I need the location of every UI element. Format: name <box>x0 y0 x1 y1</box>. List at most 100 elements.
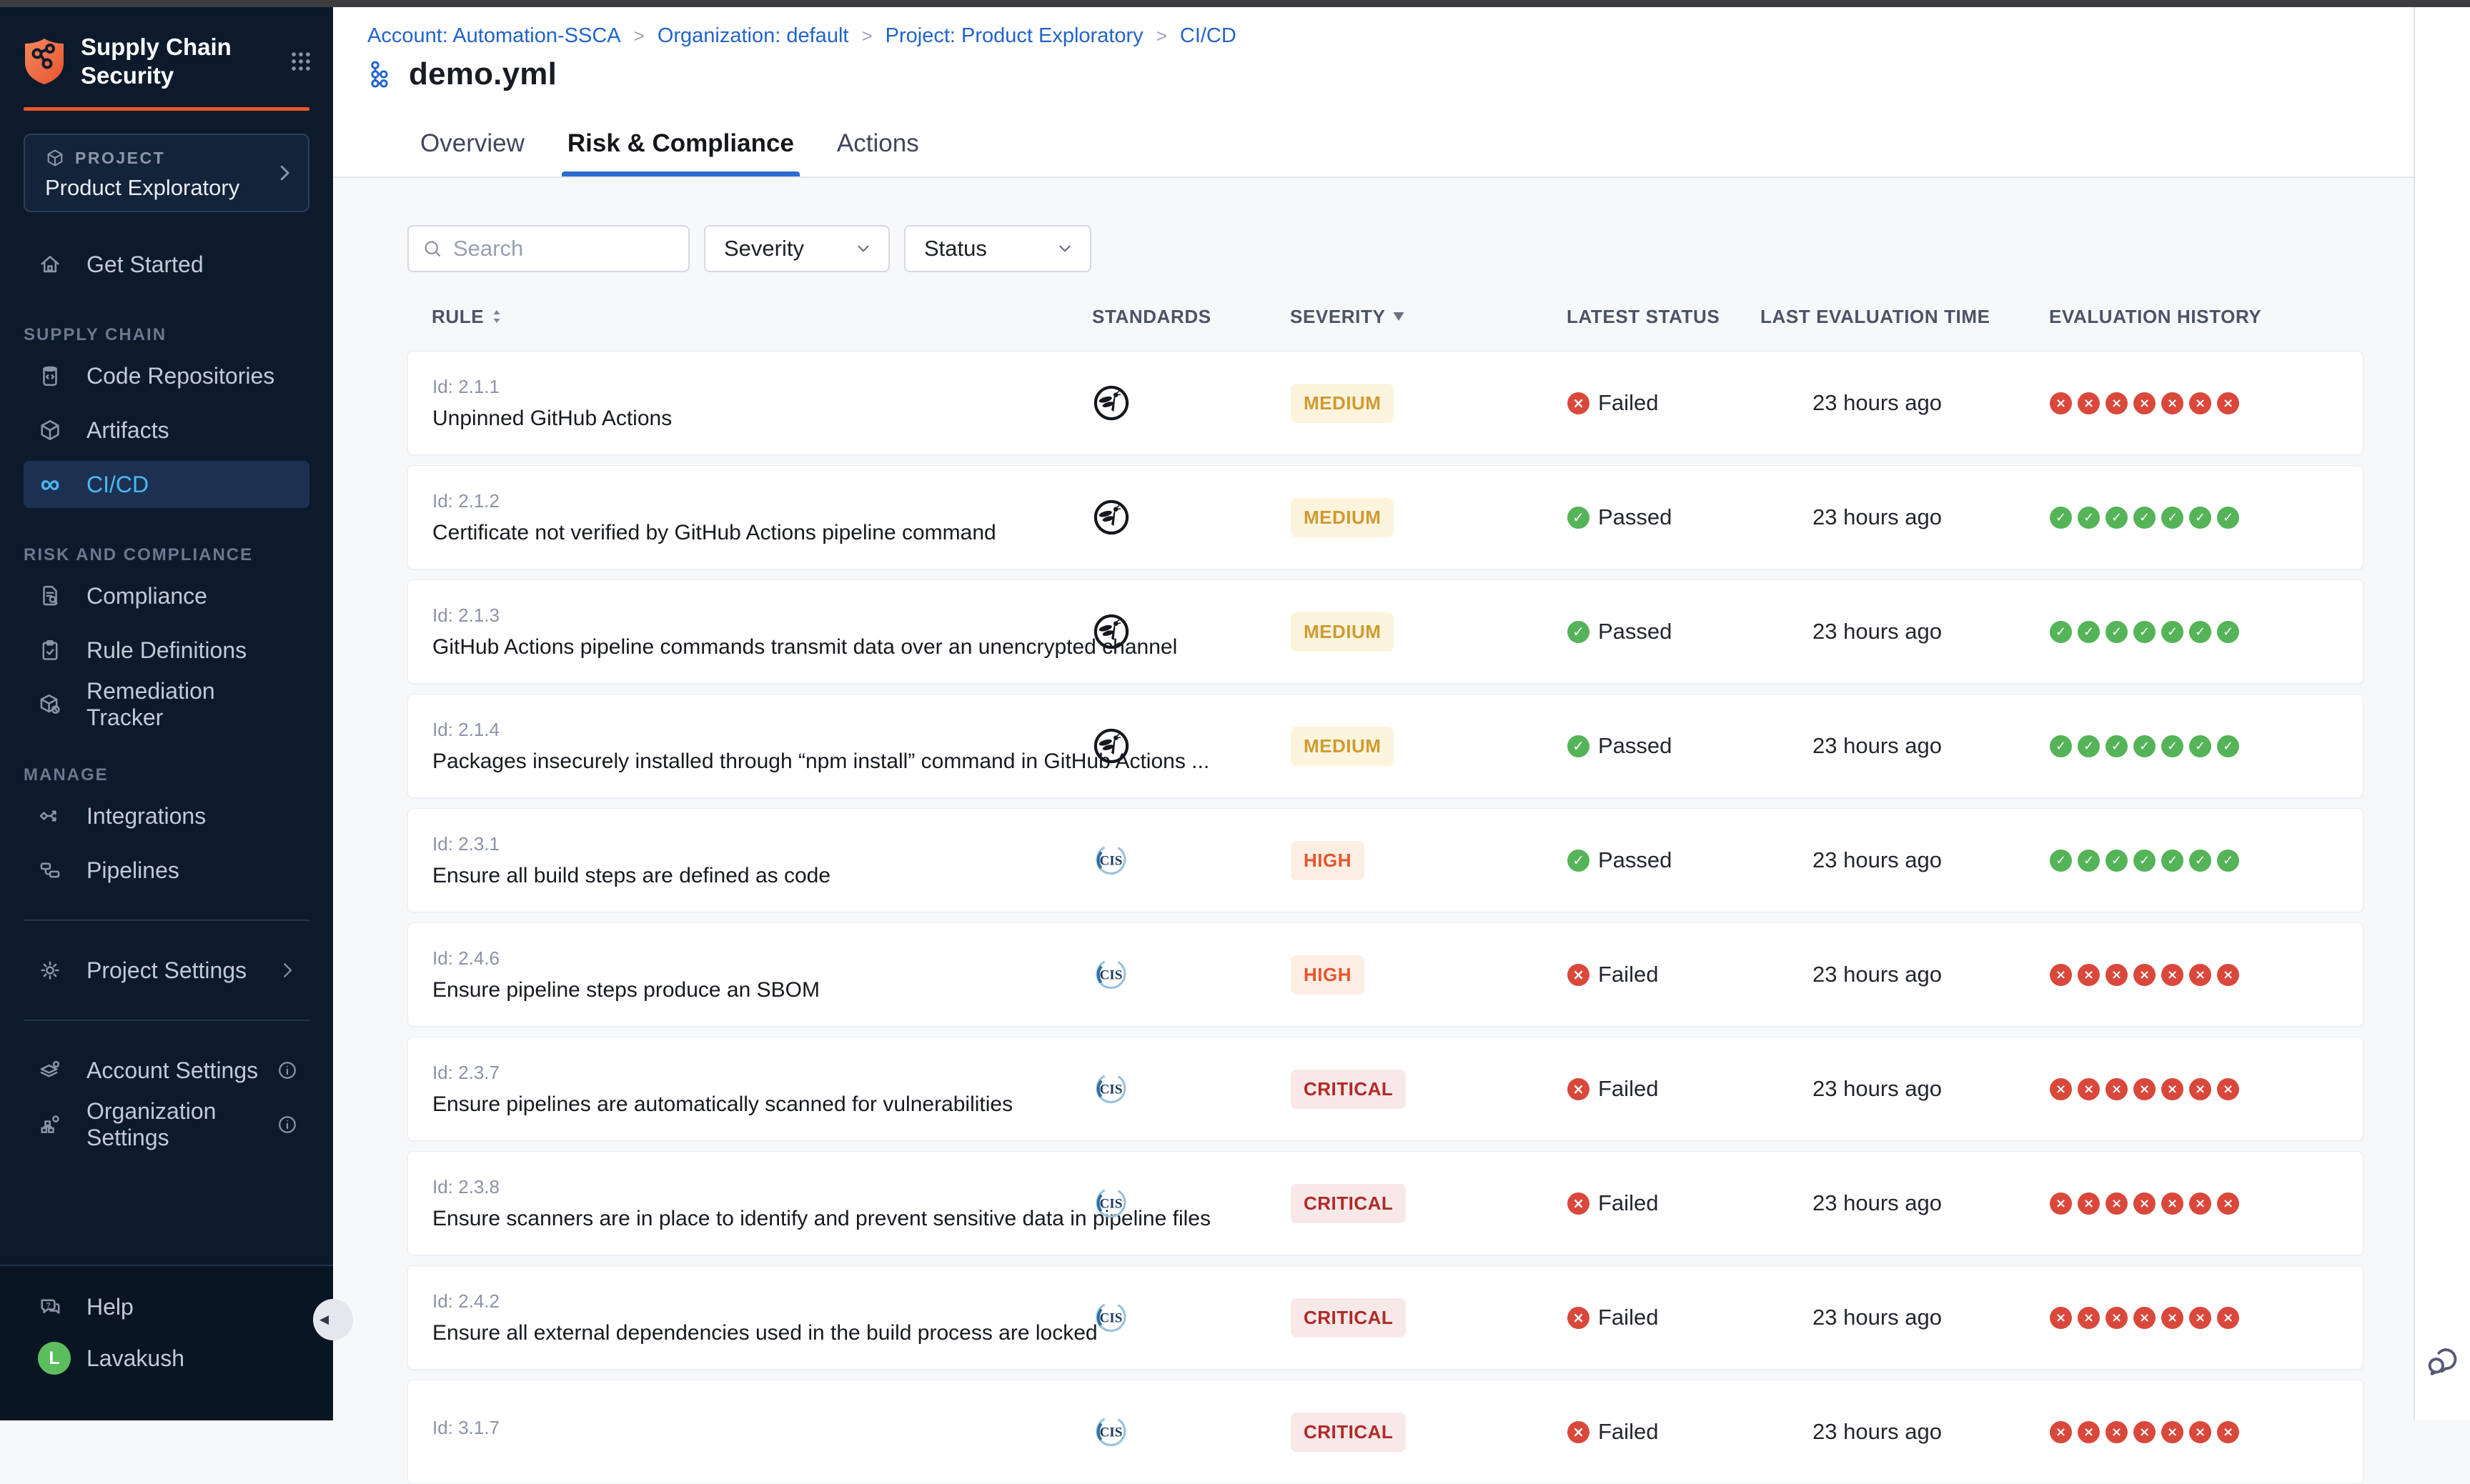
history-passed-icon[interactable]: ✓ <box>2106 621 2128 643</box>
history-passed-icon[interactable]: ✓ <box>2050 850 2072 872</box>
history-failed-icon[interactable]: × <box>2050 964 2072 986</box>
sort-icon[interactable] <box>491 308 502 325</box>
history-failed-icon[interactable]: × <box>2133 1421 2156 1443</box>
search-input[interactable] <box>453 236 675 262</box>
table-row[interactable]: Id: 2.3.8Ensure scanners are in place to… <box>407 1151 2364 1255</box>
column-header-severity[interactable]: SEVERITY <box>1290 306 1567 328</box>
history-passed-icon[interactable]: ✓ <box>2189 507 2211 529</box>
history-passed-icon[interactable]: ✓ <box>2161 850 2183 872</box>
info-icon[interactable] <box>277 1060 298 1081</box>
history-failed-icon[interactable]: × <box>2133 1307 2156 1329</box>
history-passed-icon[interactable]: ✓ <box>2189 621 2211 643</box>
history-passed-icon[interactable]: ✓ <box>2078 621 2100 643</box>
breadcrumb-link[interactable]: CI/CD <box>1180 24 1236 48</box>
history-failed-icon[interactable]: × <box>2050 1192 2072 1215</box>
history-failed-icon[interactable]: × <box>2161 1421 2183 1443</box>
history-failed-icon[interactable]: × <box>2189 1078 2211 1100</box>
module-grid-icon[interactable] <box>289 49 313 74</box>
history-failed-icon[interactable]: × <box>2217 1307 2239 1329</box>
history-passed-icon[interactable]: ✓ <box>2161 735 2183 757</box>
history-failed-icon[interactable]: × <box>2050 1421 2072 1443</box>
sidebar-item-account-settings[interactable]: Account Settings <box>24 1047 309 1094</box>
sidebar-item-get-started[interactable]: Get Started <box>24 241 309 288</box>
sidebar-item-remediation-tracker[interactable]: Remediation Tracker <box>24 681 309 728</box>
history-failed-icon[interactable]: × <box>2106 964 2128 986</box>
history-passed-icon[interactable]: ✓ <box>2189 735 2211 757</box>
column-header-rule[interactable]: RULE <box>432 306 1092 328</box>
history-failed-icon[interactable]: × <box>2217 964 2239 986</box>
history-failed-icon[interactable]: × <box>2217 1192 2239 1215</box>
sidebar-item-organization-settings[interactable]: Organization Settings <box>24 1101 309 1148</box>
status-filter-dropdown[interactable]: Status <box>904 225 1091 272</box>
history-failed-icon[interactable]: × <box>2161 1192 2183 1215</box>
sidebar-item-compliance[interactable]: Compliance <box>24 572 309 619</box>
history-failed-icon[interactable]: × <box>2161 1307 2183 1329</box>
history-failed-icon[interactable]: × <box>2133 964 2156 986</box>
history-failed-icon[interactable]: × <box>2217 1421 2239 1443</box>
history-failed-icon[interactable]: × <box>2161 392 2183 414</box>
history-failed-icon[interactable]: × <box>2217 392 2239 414</box>
sidebar-item-ci-cd[interactable]: ∞CI/CD <box>24 461 309 508</box>
history-failed-icon[interactable]: × <box>2050 1078 2072 1100</box>
history-passed-icon[interactable]: ✓ <box>2217 621 2239 643</box>
history-passed-icon[interactable]: ✓ <box>2078 850 2100 872</box>
history-passed-icon[interactable]: ✓ <box>2106 507 2128 529</box>
history-failed-icon[interactable]: × <box>2161 1078 2183 1100</box>
breadcrumb-link[interactable]: Account: Automation-SSCA <box>367 24 621 48</box>
history-passed-icon[interactable]: ✓ <box>2078 735 2100 757</box>
user-menu[interactable]: LLavakush <box>24 1335 309 1382</box>
history-failed-icon[interactable]: × <box>2050 392 2072 414</box>
history-failed-icon[interactable]: × <box>2189 964 2211 986</box>
history-passed-icon[interactable]: ✓ <box>2217 850 2239 872</box>
history-failed-icon[interactable]: × <box>2078 1421 2100 1443</box>
sidebar-collapse-handle[interactable]: ◀ <box>313 1299 353 1340</box>
history-passed-icon[interactable]: ✓ <box>2133 507 2156 529</box>
history-failed-icon[interactable]: × <box>2189 392 2211 414</box>
sidebar-item-artifacts[interactable]: Artifacts <box>24 407 309 454</box>
history-failed-icon[interactable]: × <box>2106 1421 2128 1443</box>
history-failed-icon[interactable]: × <box>2133 392 2156 414</box>
history-failed-icon[interactable]: × <box>2133 1192 2156 1215</box>
history-passed-icon[interactable]: ✓ <box>2050 735 2072 757</box>
history-failed-icon[interactable]: × <box>2189 1307 2211 1329</box>
table-row[interactable]: Id: 2.4.6Ensure pipeline steps produce a… <box>407 922 2364 1027</box>
tab-risk-compliance[interactable]: Risk & Compliance <box>562 111 800 176</box>
table-row[interactable]: Id: 2.4.2Ensure all external dependencie… <box>407 1265 2364 1370</box>
history-passed-icon[interactable]: ✓ <box>2217 507 2239 529</box>
history-failed-icon[interactable]: × <box>2106 1078 2128 1100</box>
table-row[interactable]: Id: 2.1.1Unpinned GitHub ActionsMEDIUM×F… <box>407 351 2364 455</box>
history-failed-icon[interactable]: × <box>2133 1078 2156 1100</box>
table-row[interactable]: Id: 3.1.7CISCRITICAL×Failed23 hours ago×… <box>407 1380 2364 1484</box>
history-passed-icon[interactable]: ✓ <box>2078 507 2100 529</box>
history-passed-icon[interactable]: ✓ <box>2106 850 2128 872</box>
table-row[interactable]: Id: 2.3.7Ensure pipelines are automatica… <box>407 1037 2364 1141</box>
sort-desc-icon[interactable] <box>1392 312 1405 322</box>
severity-filter-dropdown[interactable]: Severity <box>704 225 890 272</box>
history-failed-icon[interactable]: × <box>2078 1307 2100 1329</box>
project-selector[interactable]: PROJECT Product Exploratory <box>24 134 309 212</box>
history-passed-icon[interactable]: ✓ <box>2050 507 2072 529</box>
history-failed-icon[interactable]: × <box>2050 1307 2072 1329</box>
history-failed-icon[interactable]: × <box>2078 392 2100 414</box>
tab-actions[interactable]: Actions <box>831 111 925 176</box>
history-failed-icon[interactable]: × <box>2106 1307 2128 1329</box>
history-failed-icon[interactable]: × <box>2161 964 2183 986</box>
sidebar-item-pipelines[interactable]: Pipelines <box>24 847 309 894</box>
sidebar-item-rule-definitions[interactable]: Rule Definitions <box>24 627 309 674</box>
history-passed-icon[interactable]: ✓ <box>2161 507 2183 529</box>
info-icon[interactable] <box>277 1114 298 1135</box>
sidebar-item-project-settings[interactable]: Project Settings <box>24 947 309 994</box>
history-failed-icon[interactable]: × <box>2217 1078 2239 1100</box>
history-passed-icon[interactable]: ✓ <box>2106 735 2128 757</box>
history-passed-icon[interactable]: ✓ <box>2161 621 2183 643</box>
history-failed-icon[interactable]: × <box>2106 1192 2128 1215</box>
sidebar-item-integrations[interactable]: Integrations <box>24 792 309 840</box>
history-failed-icon[interactable]: × <box>2189 1192 2211 1215</box>
breadcrumb-link[interactable]: Project: Product Exploratory <box>886 24 1144 48</box>
table-row[interactable]: Id: 2.1.4Packages insecurely installed t… <box>407 694 2364 798</box>
history-failed-icon[interactable]: × <box>2078 1192 2100 1215</box>
table-row[interactable]: Id: 2.1.2Certificate not verified by Git… <box>407 465 2364 569</box>
history-failed-icon[interactable]: × <box>2106 392 2128 414</box>
history-passed-icon[interactable]: ✓ <box>2189 850 2211 872</box>
history-passed-icon[interactable]: ✓ <box>2050 621 2072 643</box>
